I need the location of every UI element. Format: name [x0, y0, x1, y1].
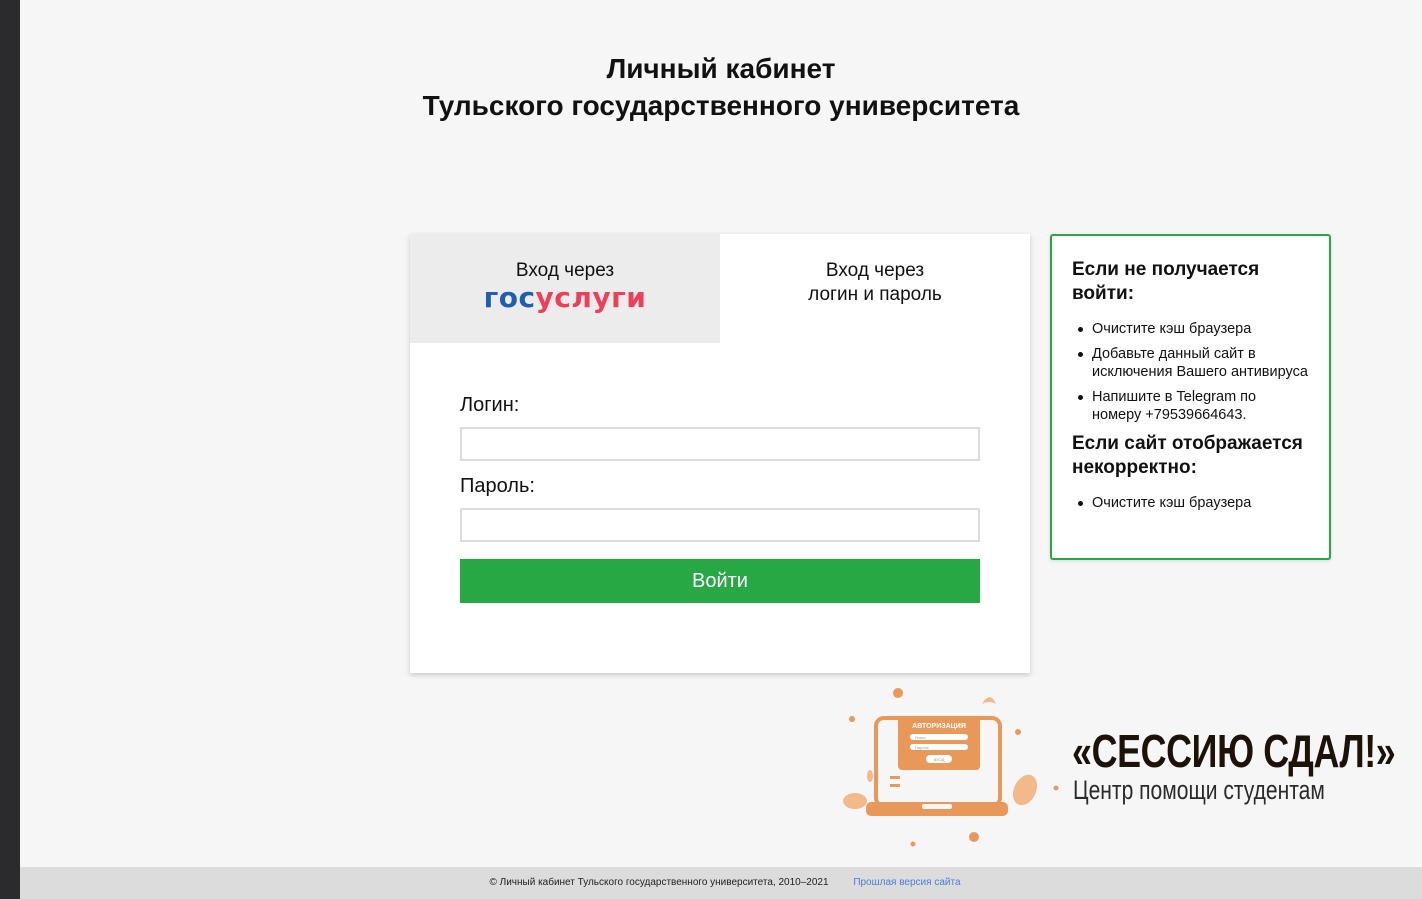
help-item: Очистите кэш браузера	[1072, 320, 1309, 338]
auth-window-title: АВТОРИЗАЦИЯ	[912, 723, 966, 730]
footer-copyright: © Личный кабинет Тульского государственн…	[489, 877, 829, 888]
decor-leaf	[1012, 774, 1038, 806]
auth-window-field-label: Пароль	[915, 745, 929, 750]
footer: © Личный кабинет Тульского государственн…	[20, 867, 1422, 899]
footer-old-version-link[interactable]: Прошлая версия сайта	[853, 877, 960, 888]
decor-leaf	[867, 770, 873, 782]
auth-window-button-label: ВХОД	[934, 757, 945, 762]
gosuslugi-logo-part2: услуги	[535, 281, 647, 314]
page-title: Личный кабинет Тульского государственног…	[20, 50, 1422, 124]
help-item: Добавьте данный сайт в исключения Вашего…	[1072, 345, 1309, 381]
decor-dot	[1053, 785, 1059, 791]
tab-login-label-line1: Вход через	[825, 260, 925, 281]
gosuslugi-logo-part1: гос	[483, 281, 536, 314]
login-card: Вход через госуслуги Вход через логин и …	[410, 234, 1030, 673]
help-heading-display-issues: Если сайт отображается некорректно:	[1072, 433, 1303, 478]
page-title-line1: Личный кабинет	[606, 53, 836, 84]
promo-laptop-illustration: АВТОРИЗАЦИЯ Логин Пароль ВХОД	[843, 688, 1059, 847]
decor-dot	[893, 688, 903, 698]
help-list-login-issues: Очистите кэш браузера Добавьте данный са…	[1072, 320, 1309, 424]
login-tabs: Вход через госуслуги Вход через логин и …	[410, 234, 1030, 343]
help-item: Очистите кэш браузера	[1072, 494, 1309, 512]
password-input[interactable]	[460, 508, 980, 542]
left-window-edge	[0, 0, 20, 899]
login-submit-button[interactable]: Войти	[460, 559, 980, 603]
page-title-line2: Тульского государственного университета	[422, 90, 1020, 121]
decor-leaf	[982, 697, 996, 704]
help-box: Если не получается войти: Очистите кэш б…	[1050, 234, 1331, 560]
laptop-notch	[922, 804, 952, 809]
decor-line	[890, 776, 900, 779]
auth-window-field-label: Логин	[915, 735, 926, 740]
gosuslugi-logo: госуслуги	[484, 283, 647, 313]
promo-subtitle: Центр помощи студентам	[1073, 775, 1325, 805]
decor-dot	[969, 832, 979, 842]
tab-login-label-line2: логин и пароль	[808, 284, 942, 305]
login-input[interactable]	[460, 427, 980, 461]
login-form: Логин: Пароль: Войти	[410, 343, 1030, 603]
tab-gosuslugi-label: Вход через	[515, 260, 615, 281]
help-list-display-issues: Очистите кэш браузера	[1072, 494, 1309, 512]
decor-line	[890, 784, 900, 787]
tab-gosuslugi[interactable]: Вход через госуслуги	[410, 234, 720, 343]
decor-dot	[1015, 729, 1021, 735]
promo-title: «СЕССИЮ СДАЛ!»	[1072, 725, 1396, 777]
tab-login-password[interactable]: Вход через логин и пароль	[720, 234, 1030, 343]
decor-dot	[849, 716, 855, 722]
help-heading-login-issues: Если не получается войти:	[1072, 259, 1260, 304]
login-label: Логин:	[460, 394, 520, 416]
decor-leaf	[843, 793, 867, 809]
decor-dot	[910, 841, 916, 847]
password-label: Пароль:	[460, 475, 535, 497]
help-item: Напишите в Telegram по номеру +795396646…	[1072, 388, 1309, 424]
